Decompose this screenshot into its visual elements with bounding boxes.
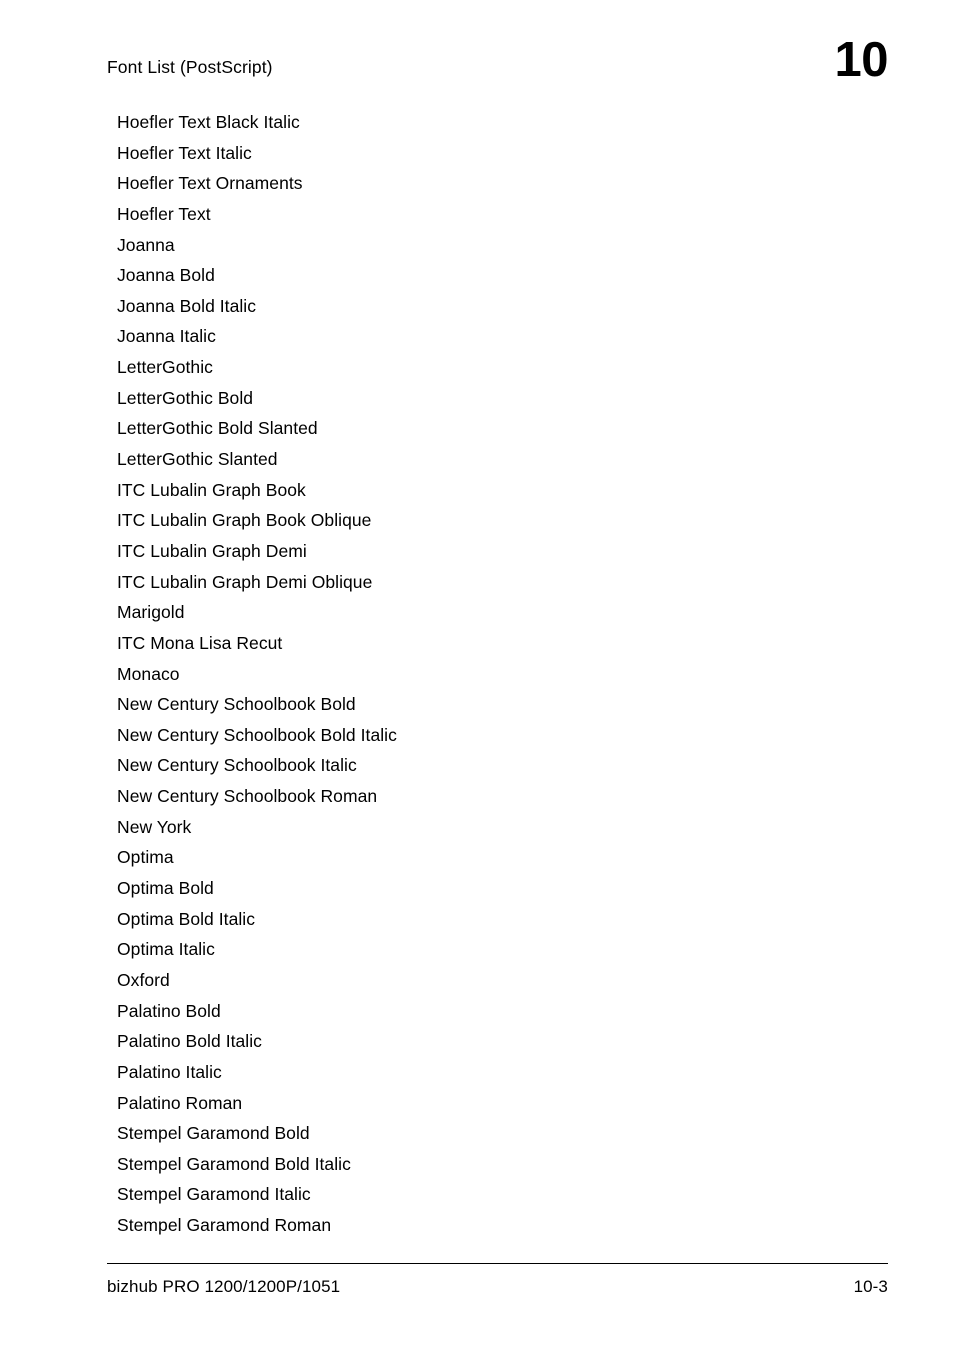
page-title: Font List (PostScript) [107,57,273,77]
list-item: ITC Lubalin Graph Demi [117,540,307,561]
list-item: ITC Lubalin Graph Book [117,479,306,500]
list-item: Hoefler Text Black Italic [117,112,300,132]
list-item: Hoefler Text [117,203,211,224]
list-item: Optima Bold Italic [117,908,256,929]
list-item: Joanna [117,234,175,255]
list-item: Palatino Roman [117,1092,243,1113]
list-item: Oxford [117,969,170,990]
footer-row: bizhub PRO 1200/1200P/1051 10-3 [107,1264,888,1297]
list-item: Joanna Bold Italic [117,295,257,316]
list-item: Joanna Italic [117,326,216,347]
list-item: Hoefler Text Italic [117,142,252,163]
list-item: ITC Lubalin Graph Demi Oblique [117,571,373,592]
footer-product-name: bizhub PRO 1200/1200P/1051 [107,1277,341,1296]
list-item: Palatino Bold [117,1000,221,1021]
list-item: LetterGothic [117,357,213,378]
list-item: Marigold [117,602,185,623]
list-item: ITC Lubalin Graph Book Oblique [117,510,372,531]
list-item: Optima Bold [117,878,214,899]
list-item: New Century Schoolbook Italic [117,755,357,776]
list-item: Palatino Italic [117,1061,222,1082]
list-item: Stempel Garamond Roman [117,1215,332,1236]
list-item: Stempel Garamond Bold [117,1123,310,1144]
list-item: New Century Schoolbook Bold Italic [117,724,397,745]
chapter-number: 10 [834,33,888,87]
list-item: LetterGothic Slanted [117,449,278,470]
list-item: Stempel Garamond Bold Italic [117,1153,351,1174]
page-header: Font List (PostScript) 10 [107,36,888,96]
list-item: Joanna Bold [117,265,215,286]
list-item: New Century Schoolbook Bold [117,694,356,715]
font-list: Hoefler Text Black Italic Hoefler Text I… [117,107,888,1241]
list-item: Stempel Garamond Italic [117,1184,311,1205]
footer-page-number: 10-3 [853,1277,888,1296]
list-item: New Century Schoolbook Roman [117,786,378,807]
list-item: New York [117,816,192,837]
list-item: Monaco [117,663,180,684]
page-footer: bizhub PRO 1200/1200P/1051 10-3 [107,1263,888,1297]
document-page: Font List (PostScript) 10 Hoefler Text B… [0,0,954,1355]
list-item: Palatino Bold Italic [117,1031,262,1052]
list-item: Optima Italic [117,939,215,960]
list-item: Optima [117,847,174,868]
list-item: LetterGothic Bold Slanted [117,418,318,439]
list-item: ITC Mona Lisa Recut [117,632,283,653]
list-item: LetterGothic Bold [117,387,254,408]
list-item: Hoefler Text Ornaments [117,173,303,194]
